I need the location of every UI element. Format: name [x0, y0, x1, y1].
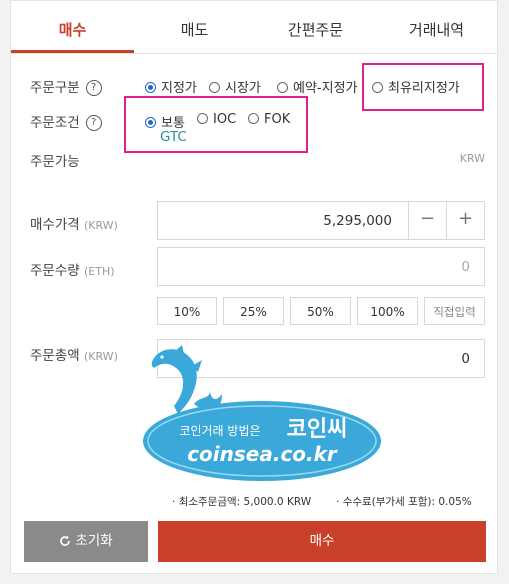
- available-unit: KRW: [459, 152, 485, 165]
- watermark-prefix: 코인거래 방법은: [179, 424, 260, 438]
- min-order-text: 최소주문금액: 5,000.0 KRW: [178, 496, 312, 508]
- tab-sell[interactable]: 매도: [134, 1, 255, 53]
- min-order-info: · 최소주문금액: 5,000.0 KRW: [172, 496, 312, 508]
- radio-limit-label: 지정가: [161, 81, 197, 96]
- pct-50-button[interactable]: 50%: [290, 297, 351, 325]
- available-label: 주문가능: [30, 154, 80, 170]
- tab-simple-order[interactable]: 간편주문: [255, 1, 376, 53]
- tab-history[interactable]: 거래내역: [376, 1, 497, 53]
- radio-reserve-limit[interactable]: 예약-지정가: [277, 77, 358, 96]
- reset-button[interactable]: 초기화: [24, 521, 148, 562]
- reset-label: 초기화: [75, 533, 113, 549]
- price-unit: (KRW): [83, 219, 118, 232]
- radio-unchecked-icon: [277, 82, 288, 93]
- refresh-icon: [60, 535, 71, 546]
- quantity-label-text: 주문수량: [30, 263, 80, 279]
- quantity-field[interactable]: 0: [157, 247, 485, 286]
- order-condition-label: 주문조건?: [30, 111, 102, 131]
- price-field[interactable]: 5,295,000 − +: [157, 201, 485, 240]
- radio-unchecked-icon: [209, 82, 220, 93]
- price-minus-button[interactable]: −: [408, 201, 446, 239]
- fee-text: 수수료(부가세 포함): 0.05%: [342, 496, 472, 508]
- watermark-brand: 코인씨: [287, 417, 348, 442]
- total-label-text: 주문총액: [30, 348, 80, 364]
- manual-input-button[interactable]: 직접입력: [424, 297, 485, 325]
- total-label: 주문총액 (KRW): [30, 344, 118, 364]
- radio-checked-icon: [145, 82, 156, 93]
- highlight-box-order-type: [362, 63, 484, 111]
- pct-25-button[interactable]: 25%: [223, 297, 284, 325]
- order-type-label: 주문구분?: [30, 76, 102, 96]
- buy-button[interactable]: 매수: [158, 521, 486, 562]
- pct-10-button[interactable]: 10%: [157, 297, 217, 325]
- order-tabs: 매수 매도 간편주문 거래내역: [11, 1, 497, 54]
- radio-market-label: 시장가: [225, 81, 261, 96]
- highlight-box-order-condition: [124, 96, 308, 153]
- radio-reserve-limit-label: 예약-지정가: [293, 81, 358, 96]
- coinsea-logo: coinsea.co.kr 코인거래 방법은 코인씨: [143, 401, 381, 481]
- help-icon[interactable]: ?: [85, 115, 102, 131]
- pct-100-button[interactable]: 100%: [357, 297, 418, 325]
- price-label: 매수가격 (KRW): [30, 213, 118, 233]
- order-condition-label-text: 주문조건: [30, 115, 80, 131]
- total-value[interactable]: 0: [461, 340, 470, 378]
- radio-limit[interactable]: 지정가: [145, 77, 197, 96]
- quantity-label: 주문수량 (ETH): [30, 259, 115, 279]
- price-value[interactable]: 5,295,000: [323, 202, 392, 240]
- order-type-label-text: 주문구분: [30, 80, 80, 96]
- fee-info: · 수수료(부가세 포함): 0.05%: [336, 496, 472, 508]
- total-unit: (KRW): [83, 350, 118, 363]
- tab-buy[interactable]: 매수: [11, 1, 134, 53]
- watermark-url: coinsea.co.kr: [187, 442, 338, 466]
- radio-market[interactable]: 시장가: [209, 77, 261, 96]
- price-plus-button[interactable]: +: [446, 201, 484, 239]
- help-icon[interactable]: ?: [85, 80, 102, 96]
- quantity-unit: (ETH): [83, 265, 115, 278]
- price-label-text: 매수가격: [30, 217, 80, 233]
- quantity-value[interactable]: 0: [461, 248, 470, 286]
